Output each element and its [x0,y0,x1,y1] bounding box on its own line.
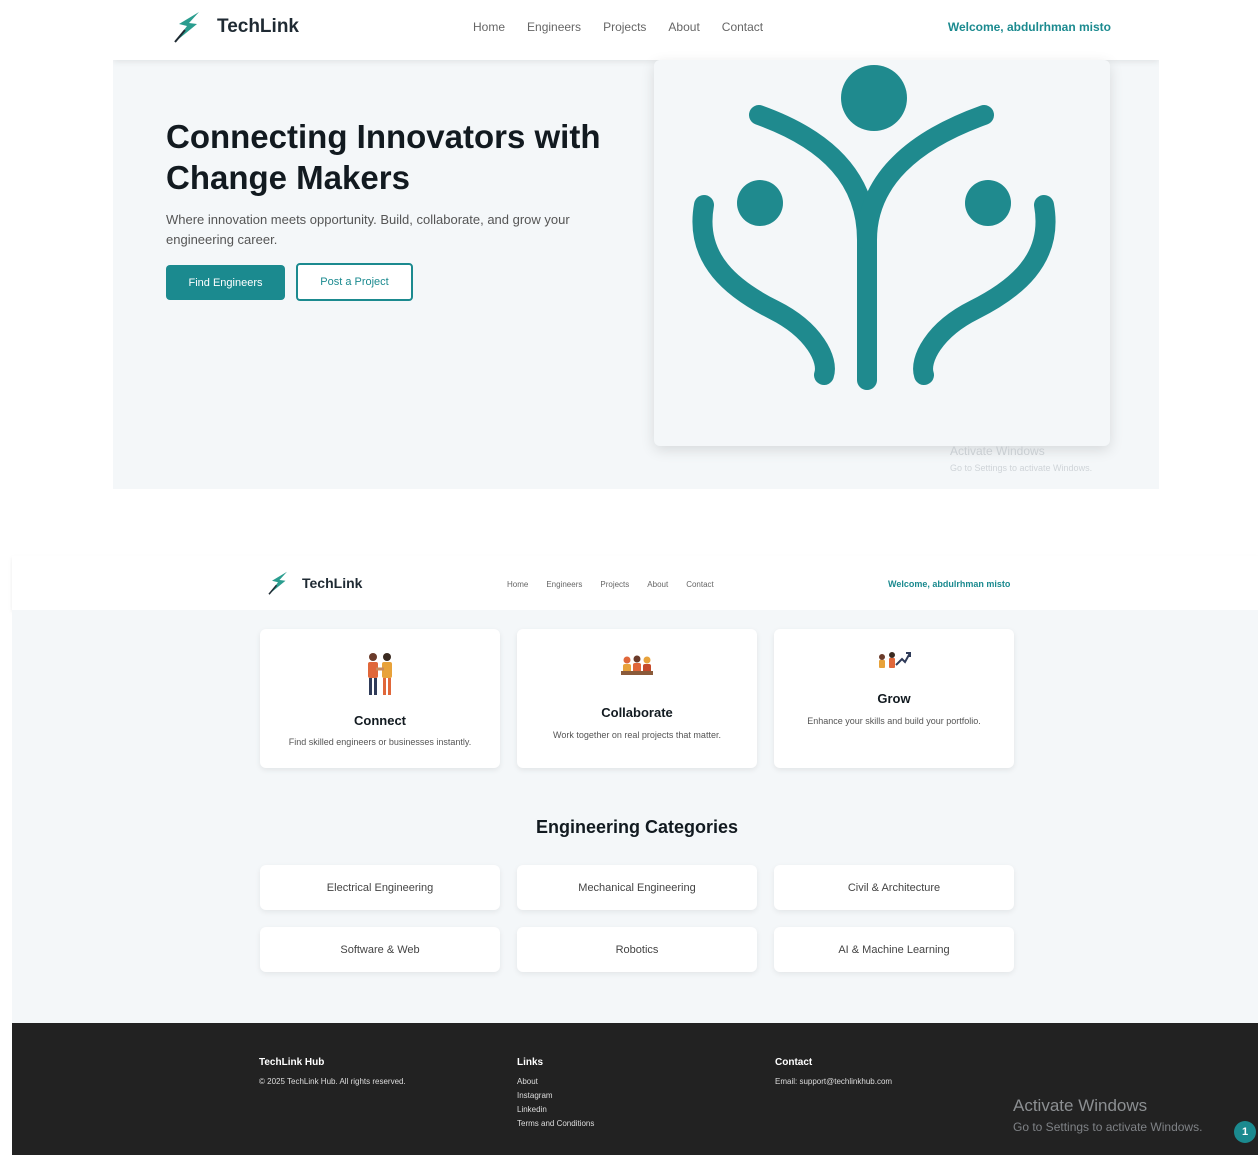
category-mechanical[interactable]: Mechanical Engineering [517,865,757,910]
brand-name: TechLink [217,16,299,37]
hero-screenshot: TechLink Home Engineers Projects About C… [113,0,1159,489]
nav-projects[interactable]: Projects [600,580,629,589]
nav-about[interactable]: About [668,20,699,34]
footer-hub: TechLink Hub © 2025 TechLink Hub. All ri… [259,1057,406,1089]
feature-desc: Find skilled engineers or businesses ins… [288,737,472,747]
watermark-subtitle: Go to Settings to activate Windows. [1013,1120,1203,1134]
feature-title: Connect [354,713,406,728]
team-collaborate-icon [621,655,653,675]
notification-badge[interactable]: 1 [1234,1121,1256,1143]
hero-illustration-card [654,60,1110,446]
category-software[interactable]: Software & Web [260,927,500,972]
watermark-title: Activate Windows [1013,1096,1148,1115]
brand-logo[interactable]: TechLink [171,10,299,44]
footer-copyright: © 2025 TechLink Hub. All rights reserved… [259,1077,406,1086]
footer-link-linkedin[interactable]: Linkedin [517,1103,594,1117]
handshake-people-icon [368,653,392,695]
nav-links-2: Home Engineers Projects About Contact [507,580,714,589]
footer-contact: Contact Email: support@techlinkhub.com [775,1057,892,1089]
feature-title: Collaborate [601,705,673,720]
growth-chart-icon [879,652,911,668]
footer-links: Links About Instagram Linkedin Terms and… [517,1057,594,1131]
top-navbar: TechLink Home Engineers Projects About C… [113,0,1159,60]
feature-card-grow: Grow Enhance your skills and build your … [774,629,1014,768]
category-ai[interactable]: AI & Machine Learning [774,927,1014,972]
feature-desc: Enhance your skills and build your portf… [807,716,981,726]
nav-home[interactable]: Home [473,20,505,34]
nav-links: Home Engineers Projects About Contact [473,20,763,34]
welcome-user[interactable]: Welcome, abdulrhman misto [948,20,1111,34]
site-footer: TechLink Hub © 2025 TechLink Hub. All ri… [12,1023,1258,1155]
post-project-button[interactable]: Post a Project [296,263,413,301]
nav-about[interactable]: About [647,580,668,589]
categories-title: Engineering Categories [535,817,739,837]
footer-hub-title: TechLink Hub [259,1057,325,1068]
top-navbar-2: TechLink Home Engineers Projects About C… [12,556,1258,610]
watermark-subtitle: Go to Settings to activate Windows. [950,463,1093,473]
footer-link-terms[interactable]: Terms and Conditions [517,1117,594,1131]
feature-title: Grow [877,691,911,706]
feature-desc: Work together on real projects that matt… [553,730,721,740]
footer-contact-title: Contact [775,1057,813,1068]
main-content: Connect Find skilled engineers or busine… [12,610,1258,1023]
hero-subtitle: Where innovation meets opportunity. Buil… [166,212,570,247]
footer-links-title: Links [517,1057,544,1068]
footer-contact-email[interactable]: Email: support@techlinkhub.com [775,1075,892,1089]
nav-home[interactable]: Home [507,580,528,589]
lightning-logo-icon [174,12,199,43]
nav-contact[interactable]: Contact [722,20,763,34]
people-tree-icon [692,65,1056,390]
brand-logo-2[interactable]: TechLink [266,570,362,596]
feature-card-collaborate: Collaborate Work together on real projec… [517,629,757,768]
category-civil[interactable]: Civil & Architecture [774,865,1014,910]
footer-link-instagram[interactable]: Instagram [517,1089,594,1103]
watermark-title: Activate Windows [950,444,1045,458]
nav-engineers[interactable]: Engineers [527,20,581,34]
nav-contact[interactable]: Contact [686,580,714,589]
nav-engineers[interactable]: Engineers [546,580,582,589]
hero-title: Connecting Innovators with Change Makers [166,118,601,196]
category-electrical[interactable]: Electrical Engineering [260,865,500,910]
feature-card-connect: Connect Find skilled engineers or busine… [260,629,500,768]
lightning-logo-icon [268,571,287,595]
find-engineers-button[interactable]: Find Engineers [166,265,285,300]
welcome-user[interactable]: Welcome, abdulrhman misto [888,579,1010,589]
category-robotics[interactable]: Robotics [517,927,757,972]
footer-link-about[interactable]: About [517,1075,594,1089]
nav-projects[interactable]: Projects [603,20,646,34]
brand-name: TechLink [302,575,363,591]
